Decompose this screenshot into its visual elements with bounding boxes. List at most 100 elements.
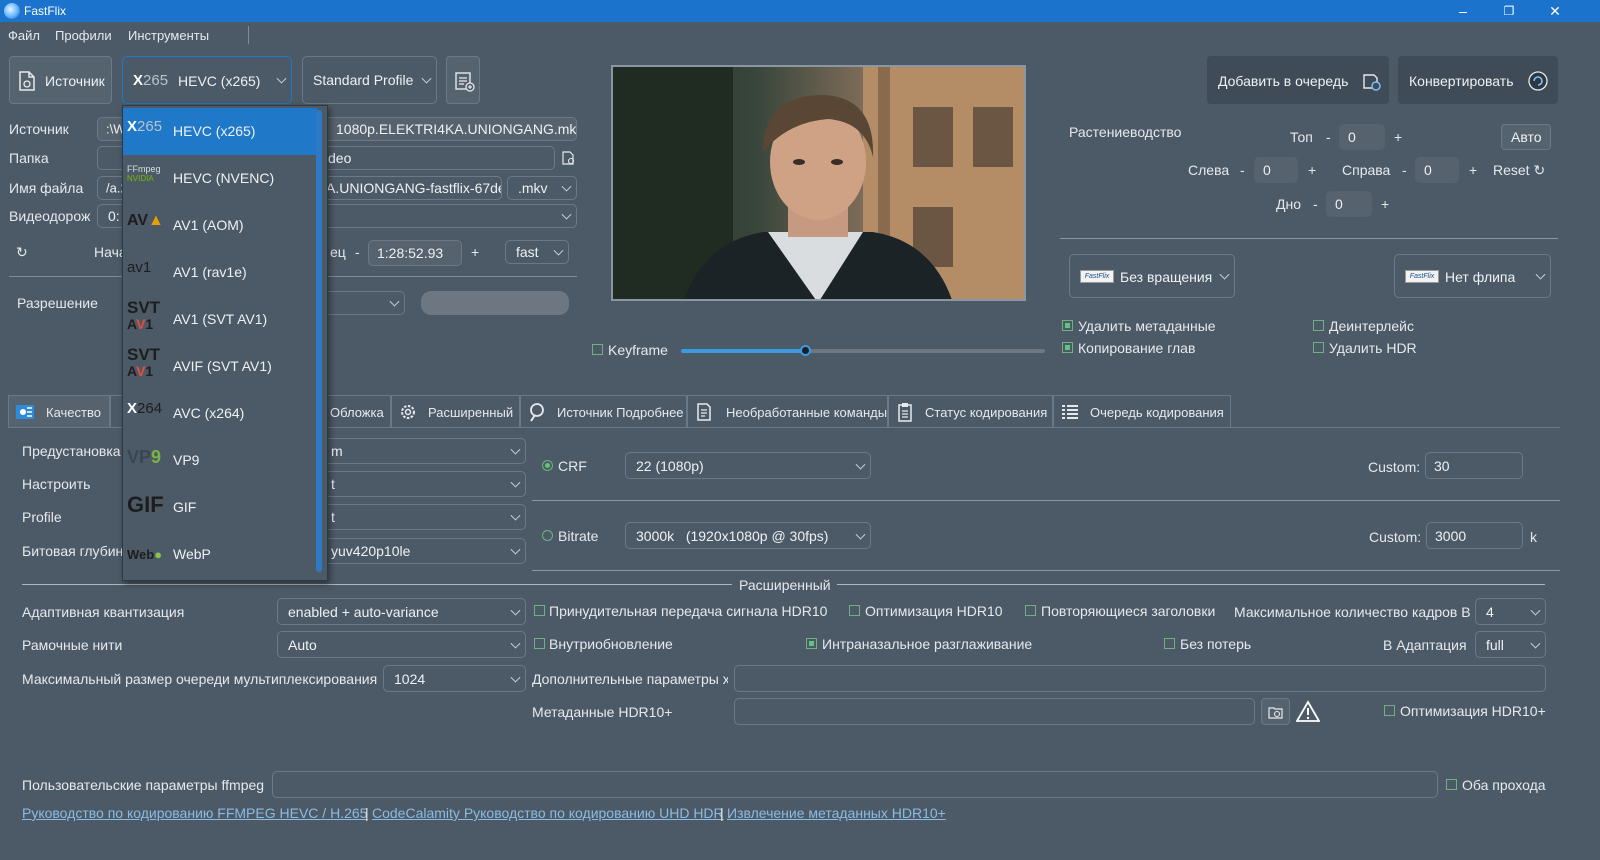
intra-refresh-checkbox[interactable] <box>534 638 545 649</box>
tab-source-details[interactable]: Источник Подробнее <box>520 395 687 427</box>
source-button[interactable]: Источник <box>9 56 112 104</box>
crop-bottom-field[interactable]: 0 <box>1326 191 1372 217</box>
repeat-headers-checkbox[interactable] <box>1025 605 1036 616</box>
extra-params-field[interactable] <box>734 665 1546 692</box>
lossless-checkbox[interactable] <box>1164 638 1175 649</box>
bitrate-select[interactable]: 3000k (1920x1080p @ 30fps) <box>625 522 871 549</box>
encoder-option[interactable]: SVT AV1 AV1 (SVT AV1) <box>123 296 317 343</box>
custom-resolution-field[interactable] <box>421 291 569 315</box>
encoder-dropdown-list: X265 HEVC (x265) FFmpeg NVIDIA HEVC (NVEN… <box>122 105 328 581</box>
crop-right-minus[interactable]: - <box>1402 162 1407 178</box>
tab-advanced-label: Расширенный <box>428 405 514 420</box>
bitrate-custom-field[interactable]: 3000 <box>1426 522 1523 549</box>
bitrate-radio[interactable] <box>542 530 553 541</box>
hdr10plus-opt-checkbox[interactable] <box>1384 705 1395 716</box>
encoder-option[interactable]: FFmpeg NVIDIA HEVC (NVENC) <box>123 155 317 202</box>
crf-radio[interactable] <box>542 460 553 471</box>
folder-browse-icon[interactable] <box>561 150 577 166</box>
ffmpeg-params-field[interactable] <box>272 771 1438 798</box>
rotation-select[interactable]: FastFlix Без вращения <box>1069 254 1235 298</box>
intra-smoothing-checkbox[interactable] <box>806 638 817 649</box>
crop-bottom-plus[interactable]: + <box>1381 196 1389 212</box>
crop-bottom-label: Дно <box>1276 196 1301 212</box>
encoder-option[interactable]: VP9 VP9 <box>123 437 317 484</box>
keyframe-checkbox[interactable] <box>592 344 603 355</box>
end-time-minus[interactable]: - <box>355 244 360 260</box>
crop-auto-button[interactable]: Авто <box>1501 124 1551 150</box>
chevron-down-icon <box>510 544 521 555</box>
bitdepth-select[interactable]: yuv420p10le <box>320 538 526 564</box>
encoder-option[interactable]: AV▲ AV1 (AOM) <box>123 202 317 249</box>
b-adapt-select[interactable]: full <box>1475 631 1546 658</box>
gif-logo-icon: GIF <box>127 492 164 517</box>
mux-queue-select[interactable]: 1024 <box>383 665 526 692</box>
maximize-button[interactable]: ❐ <box>1486 0 1532 22</box>
hdr10-opt-checkbox[interactable] <box>849 605 860 616</box>
menu-file[interactable]: Файл <box>8 28 40 43</box>
convert-button[interactable]: Конвертировать <box>1398 56 1558 104</box>
add-to-queue-button[interactable]: Добавить в очередь <box>1207 56 1389 104</box>
speed-select[interactable]: fast <box>505 240 569 264</box>
video-preview <box>611 65 1026 301</box>
preview-slider[interactable] <box>681 345 1045 356</box>
minimize-button[interactable]: – <box>1440 0 1486 22</box>
profile-select-quality[interactable]: t <box>320 504 526 530</box>
hdr10plus-field[interactable] <box>734 698 1255 725</box>
crop-right-plus[interactable]: + <box>1469 162 1477 178</box>
preview-slider-handle[interactable] <box>799 345 811 356</box>
aq-select[interactable]: enabled + auto-variance <box>277 598 526 625</box>
encoder-option[interactable]: Web● WebP <box>123 531 317 578</box>
profile-edit-button[interactable] <box>446 56 480 104</box>
tab-quality[interactable]: Качество <box>8 395 110 427</box>
both-passes-checkbox[interactable] <box>1446 779 1457 790</box>
encoder-select[interactable]: X265 HEVC (x265) <box>122 56 292 104</box>
close-button[interactable]: ✕ <box>1532 0 1578 22</box>
crop-left-plus[interactable]: + <box>1308 162 1316 178</box>
crop-top-minus[interactable]: - <box>1326 129 1331 145</box>
tab-raw-commands[interactable]: Необработанные команды <box>687 395 888 427</box>
hdr10plus-browse-button[interactable] <box>1261 698 1290 725</box>
encoder-option[interactable]: av1 AV1 (rav1e) <box>123 249 317 296</box>
menu-profiles[interactable]: Профили <box>55 28 112 43</box>
remove-metadata-checkbox[interactable] <box>1062 320 1073 331</box>
tune-select[interactable]: t <box>320 471 526 497</box>
preset-select[interactable]: m <box>320 438 526 464</box>
encoder-option[interactable]: SVT AV1 AVIF (SVT AV1) <box>123 343 317 390</box>
crop-right-field[interactable]: 0 <box>1415 157 1459 183</box>
crop-top-plus[interactable]: + <box>1394 129 1402 145</box>
encoder-option[interactable]: GIF GIF <box>123 484 317 531</box>
hdr10plus-extract-link[interactable]: Извлечение метаданных HDR10+ <box>727 805 946 821</box>
remove-hdr-checkbox[interactable] <box>1313 342 1324 353</box>
crop-top-field[interactable]: 0 <box>1339 124 1385 150</box>
frame-threads-select[interactable]: Auto <box>277 631 526 658</box>
copy-chapters-checkbox[interactable] <box>1062 342 1073 353</box>
crop-reset-button[interactable]: Reset ↻ <box>1493 162 1545 179</box>
crop-bottom-minus[interactable]: - <box>1313 196 1318 212</box>
tab-encoding-queue[interactable]: Очередь кодирования <box>1053 395 1231 427</box>
uhd-hdr-guide-link[interactable]: CodeCalamity Руководство по кодированию … <box>372 805 724 821</box>
chevron-down-icon <box>510 510 521 521</box>
max-bframes-select[interactable]: 4 <box>1475 598 1546 625</box>
extension-select[interactable]: .mkv <box>507 176 577 200</box>
deinterlace-checkbox[interactable] <box>1313 320 1324 331</box>
menu-divider <box>248 26 249 44</box>
resolution-select[interactable] <box>320 291 405 315</box>
crf-custom-field[interactable]: 30 <box>1425 452 1523 479</box>
flip-select[interactable]: FastFlix Нет флипа <box>1394 254 1551 298</box>
profile-select[interactable]: Standard Profile <box>302 56 437 104</box>
encoder-dropdown-scrollbar[interactable] <box>316 110 322 572</box>
encoder-option[interactable]: X265 HEVC (x265) <box>123 108 317 155</box>
tab-advanced[interactable]: Расширенный <box>391 395 520 427</box>
crop-left-field[interactable]: 0 <box>1254 157 1298 183</box>
crop-left-minus[interactable]: - <box>1240 162 1245 178</box>
menu-tools[interactable]: Инструменты <box>128 28 209 43</box>
end-time-field[interactable]: 1:28:52.93 <box>368 240 462 266</box>
encoder-option[interactable]: X264 AVC (x264) <box>123 390 317 437</box>
rotation-thumbnail-icon: FastFlix <box>1080 270 1114 283</box>
tab-encoding-status[interactable]: Статус кодирования <box>888 395 1053 427</box>
hevc-guide-link[interactable]: Руководство по кодированию FFMPEG HEVC /… <box>22 805 367 821</box>
crf-select[interactable]: 22 (1080p) <box>625 452 871 479</box>
reset-time-icon[interactable]: ↻ <box>16 244 28 261</box>
hdr10-signal-checkbox[interactable] <box>534 605 545 616</box>
end-time-plus[interactable]: + <box>471 244 479 260</box>
